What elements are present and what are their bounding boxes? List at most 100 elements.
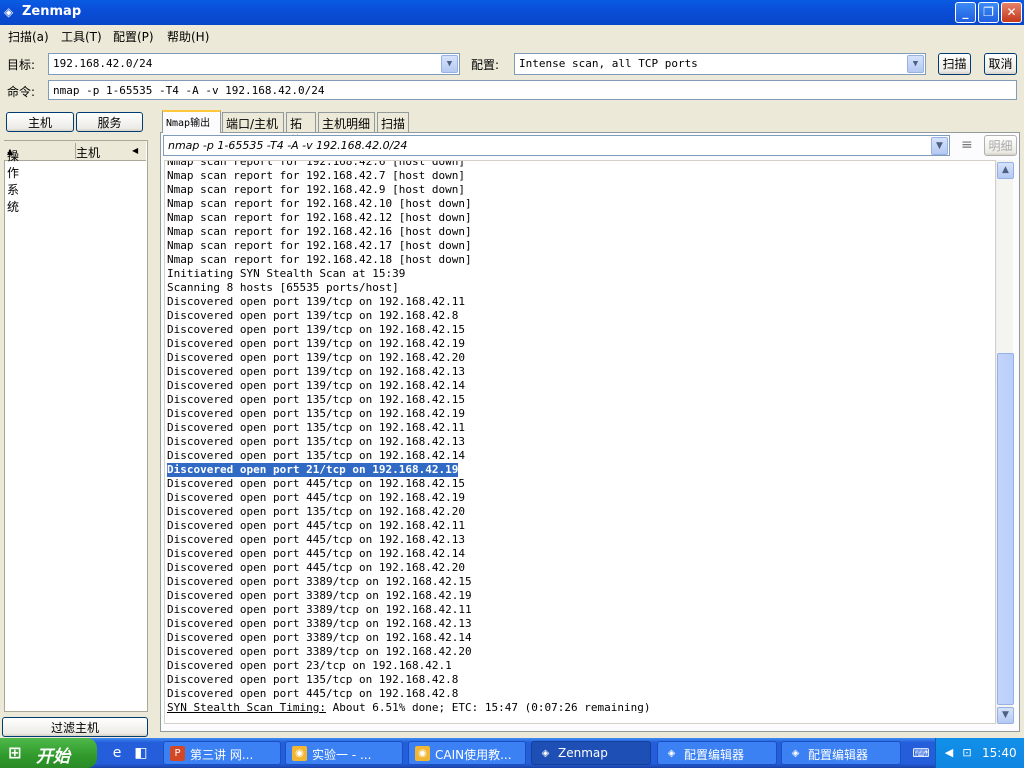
chevron-left-icon[interactable]: ◀ [132, 146, 138, 155]
command-value: nmap -p 1-65535 -T4 -A -v 192.168.42.0/2… [53, 84, 325, 97]
menu-profile[interactable]: 配置(P) [113, 28, 154, 45]
scroll-down-button[interactable]: ▼ [997, 707, 1014, 724]
minimize-button[interactable]: _ [955, 2, 976, 23]
command-input[interactable]: nmap -p 1-65535 -T4 -A -v 192.168.42.0/2… [48, 80, 1017, 100]
tab-topology[interactable]: 拓扑 [286, 112, 316, 148]
output-line: Discovered open port 445/tcp on 192.168.… [167, 687, 650, 701]
scan-timing-value: About 6.51% done; ETC: 15:47 (0:07:26 re… [325, 701, 651, 714]
taskbar-item[interactable]: ◉ 实验一 - ... [285, 741, 403, 765]
restore-button[interactable]: ❐ [978, 2, 999, 23]
output-scan-selector[interactable]: nmap -p 1-65535 -T4 -A -v 192.168.42.0/2… [163, 135, 950, 156]
output-line: Discovered open port 139/tcp on 192.168.… [167, 323, 650, 337]
output-line-text: Discovered open port 445/tcp on 192.168.… [167, 687, 459, 700]
output-line-text: Discovered open port 139/tcp on 192.168.… [167, 351, 466, 364]
tab-host-details[interactable]: 主机明细 [318, 112, 375, 132]
filter-hosts-button[interactable]: 过滤主机 [2, 717, 148, 737]
output-line: Discovered open port 139/tcp on 192.168.… [167, 365, 650, 379]
output-line: Discovered open port 3389/tcp on 192.168… [167, 645, 650, 659]
taskbar: ⊞ 开始 e ◧ P 第三讲 网... ◉ 实验一 - ... ◉ CAIN使用教... ◈… [0, 738, 1024, 768]
show-desktop-icon[interactable]: ◧ [132, 744, 150, 762]
chevron-left-icon[interactable]: ◀ [940, 744, 958, 762]
profile-combo[interactable]: Intense scan, all TCP ports ▼ [514, 53, 926, 75]
menu-scan[interactable]: 扫描(a) [8, 28, 49, 45]
output-line-text: Discovered open port 3389/tcp on 192.168… [167, 631, 472, 644]
profile-value: Intense scan, all TCP ports [519, 57, 698, 70]
target-label: 目标: [7, 58, 36, 72]
window-title: Zenmap [22, 4, 82, 19]
output-line: Discovered open port 445/tcp on 192.168.… [167, 477, 650, 491]
system-tray: ◀ ⊡ 15:40 [935, 738, 1024, 768]
target-combo[interactable]: 192.168.42.0/24 ▼ [48, 53, 460, 75]
output-line-text: Nmap scan report for 192.168.42.12 [host… [167, 211, 472, 224]
output-line-text: Nmap scan report for 192.168.42.18 [host… [167, 253, 472, 266]
output-line: Discovered open port 135/tcp on 192.168.… [167, 421, 650, 435]
taskbar-item[interactable]: P 第三讲 网... [163, 741, 281, 765]
output-line-text: Discovered open port 21/tcp on 192.168.4… [167, 463, 459, 477]
powerpoint-icon: P [170, 746, 185, 761]
host-list[interactable] [4, 140, 148, 712]
chevron-up-icon: ▲ [1002, 165, 1009, 175]
details-button[interactable]: 明细 [984, 135, 1017, 156]
output-line: Discovered open port 445/tcp on 192.168.… [167, 533, 650, 547]
taskbar-item[interactable]: ◈ 配置编辑器 [657, 741, 777, 765]
cancel-button[interactable]: 取消 [984, 53, 1017, 75]
output-line: Discovered open port 139/tcp on 192.168.… [167, 379, 650, 393]
tab-scans[interactable]: 扫描 [377, 112, 409, 132]
scan-button[interactable]: 扫描 [938, 53, 971, 75]
scroll-up-button[interactable]: ▲ [997, 162, 1014, 179]
output-line-text: Discovered open port 445/tcp on 192.168.… [167, 477, 466, 490]
target-dropdown-button[interactable]: ▼ [441, 55, 458, 73]
output-line-text: Discovered open port 139/tcp on 192.168.… [167, 295, 466, 308]
profile-label: 配置: [471, 58, 500, 72]
output-line: Discovered open port 139/tcp on 192.168.… [167, 351, 650, 365]
output-line-text: Nmap scan report for 192.168.42.7 [host … [167, 169, 466, 182]
output-line-text: Nmap scan report for 192.168.42.10 [host… [167, 197, 472, 210]
column-os-label: 操作系统 [7, 149, 20, 214]
start-label: 开始 [36, 747, 70, 767]
highlight-settings-icon[interactable]: ≡ [961, 137, 973, 153]
tab-ports-hosts[interactable]: 端口/主机 [222, 112, 284, 132]
output-line-text: Discovered open port 135/tcp on 192.168.… [167, 505, 466, 518]
output-line: Discovered open port 3389/tcp on 192.168… [167, 617, 650, 631]
profile-dropdown-button[interactable]: ▼ [907, 55, 924, 73]
output-line-text: Discovered open port 135/tcp on 192.168.… [167, 393, 466, 406]
taskbar-item[interactable]: ◈ Zenmap [531, 741, 651, 765]
scan-timing-line: SYN Stealth Scan Timing: About 6.51% don… [167, 701, 650, 715]
chevron-down-icon: ▼ [936, 141, 943, 151]
output-line-text: Discovered open port 135/tcp on 192.168.… [167, 435, 466, 448]
column-host[interactable]: 主机 [76, 144, 100, 161]
tab-nmap-output[interactable]: Nmap输出 [162, 110, 221, 133]
output-line-text: Discovered open port 3389/tcp on 192.168… [167, 617, 472, 630]
hosts-button[interactable]: 主机 [6, 112, 74, 132]
output-line: Initiating SYN Stealth Scan at 15:39 [167, 267, 650, 281]
taskbar-item[interactable]: ◉ CAIN使用教... [408, 741, 526, 765]
output-line-text: Nmap scan report for 192.168.42.17 [host… [167, 239, 472, 252]
title-bar: ◈ Zenmap _ ❐ ✕ [0, 0, 1024, 25]
output-line-text: Discovered open port 139/tcp on 192.168.… [167, 309, 459, 322]
output-line: Discovered open port 139/tcp on 192.168.… [167, 337, 650, 351]
output-line-text: Scanning 8 hosts [65535 ports/host] [167, 281, 399, 294]
clock: 15:40 [982, 746, 1017, 760]
close-button[interactable]: ✕ [1001, 2, 1022, 23]
chrome-icon: ◉ [415, 746, 430, 761]
output-line-text: Discovered open port 3389/tcp on 192.168… [167, 603, 472, 616]
output-line: Discovered open port 135/tcp on 192.168.… [167, 393, 650, 407]
output-line-text: Discovered open port 3389/tcp on 192.168… [167, 645, 472, 658]
menu-bar: 扫描(a) 工具(T) 配置(P) 帮助(H) [0, 25, 1024, 47]
ie-icon[interactable]: e [108, 744, 126, 762]
close-icon: ✕ [1006, 5, 1017, 19]
menu-help[interactable]: 帮助(H) [167, 28, 209, 45]
output-line: Discovered open port 3389/tcp on 192.168… [167, 603, 650, 617]
output-scrollbar[interactable]: ▲ ▼ [996, 160, 1014, 724]
taskbar-item[interactable]: ◈ 配置编辑器 [781, 741, 901, 765]
start-button[interactable]: ⊞ 开始 [0, 738, 97, 768]
scroll-thumb[interactable] [997, 353, 1014, 705]
keyboard-icon[interactable]: ⌨ [912, 744, 930, 762]
nmap-output-text[interactable]: Nmap scan report for 192.168.42.6 [host … [164, 160, 996, 724]
network-icon[interactable]: ⊡ [958, 744, 976, 762]
output-selector-dropdown[interactable]: ▼ [931, 137, 948, 155]
output-line-text: Discovered open port 445/tcp on 192.168.… [167, 547, 466, 560]
services-button[interactable]: 服务 [76, 112, 143, 132]
output-line-text: Discovered open port 3389/tcp on 192.168… [167, 575, 472, 588]
menu-tools[interactable]: 工具(T) [61, 28, 102, 45]
